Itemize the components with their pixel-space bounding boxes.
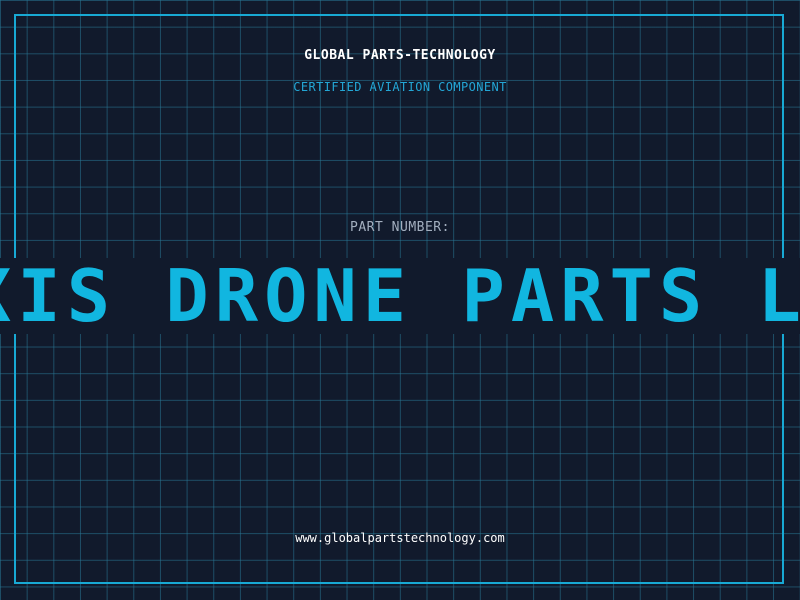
part-number-label: PART NUMBER: <box>350 220 450 235</box>
part-number-banner: XIS DRONE PARTS LOG <box>0 258 800 334</box>
certification-subtitle: CERTIFIED AVIATION COMPONENT <box>293 80 507 94</box>
website-url: www.globalpartstechnology.com <box>295 531 505 545</box>
company-name: GLOBAL PARTS-TECHNOLOGY <box>304 48 496 63</box>
part-number-value: XIS DRONE PARTS LOG <box>0 258 800 334</box>
